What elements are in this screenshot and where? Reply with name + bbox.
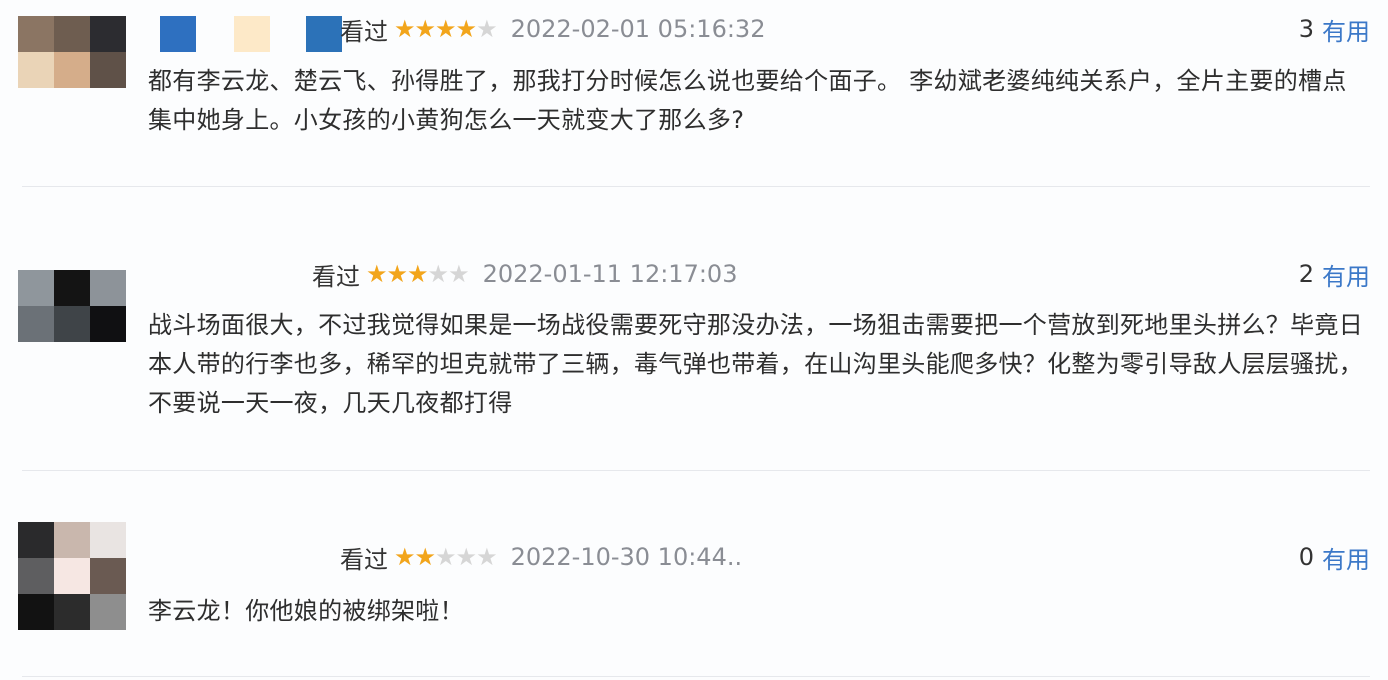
star-empty-icon: ★ [448,260,469,288]
review-time: 2022-02-01 05:16:32 [510,15,766,43]
star-filled-icon: ★ [414,15,436,43]
star-filled-icon: ★ [414,543,436,571]
useful-count: 0 [1298,543,1314,571]
mosaic-tile [234,16,270,52]
avatar-tile [54,594,90,630]
star-filled-icon: ★ [386,260,408,288]
avatar-tile [18,52,54,88]
star-filled-icon: ★ [366,260,387,288]
avatar-tile [18,522,54,558]
useful-button[interactable]: 2 有用 [1299,257,1370,291]
rating-stars: ★ ★ ★ ★ ★ [394,15,498,43]
avatar-tile [54,306,90,342]
avatar-tile [90,16,126,52]
avatar[interactable] [18,16,126,102]
avatar-tile [54,270,90,306]
avatar-tile [90,52,126,88]
rating-stars: ★ ★ ★ ★ ★ [366,260,470,288]
avatar-tile [18,270,54,306]
avatar-tile [90,522,126,558]
mosaic-tile [306,16,342,52]
avatar-tile [54,52,90,88]
review-content: 战斗场面很大，不过我觉得如果是一场战役需要死守那没办法，一场狙击需要把一个营放到… [148,311,1363,417]
avatar-tile [54,16,90,52]
star-filled-icon: ★ [394,15,415,43]
avatar-tile [54,522,90,558]
review-time: 2022-10-30 10:44.. [510,543,743,571]
useful-label: 有用 [1322,545,1370,574]
avatar[interactable] [18,270,126,356]
useful-count: 2 [1298,260,1314,288]
useful-button[interactable]: 3 有用 [1299,12,1370,46]
star-empty-icon: ★ [427,260,449,288]
review-time: 2022-01-11 12:17:03 [482,260,738,288]
avatar-tile [54,558,90,594]
divider [22,676,1370,677]
rating-stars: ★ ★ ★ ★ ★ [394,543,498,571]
star-empty-icon: ★ [476,543,497,571]
star-filled-icon: ★ [394,543,415,571]
divider [22,470,1370,471]
useful-count: 3 [1298,15,1314,43]
star-empty-icon: ★ [435,543,456,571]
review-content: 都有李云龙、楚云飞、孙得胜了，那我打分时候怎么说也要给个面子。 李幼斌老婆纯纯关… [148,67,1347,134]
avatar-tile [90,558,126,594]
useful-label: 有用 [1322,262,1370,291]
avatar-tile [90,270,126,306]
avatar-tile [18,306,54,342]
avatar-tile [90,306,126,342]
avatar[interactable] [18,522,126,630]
useful-button[interactable]: 0 有用 [1299,540,1370,574]
star-empty-icon: ★ [476,15,497,43]
watched-label: 看过 [340,17,388,46]
avatar-tile [18,558,54,594]
avatar-tile [18,594,54,630]
star-filled-icon: ★ [455,15,477,43]
divider [22,186,1370,187]
watched-label: 看过 [312,262,360,291]
review-meta: 看过 ★ ★ ★ ★ ★ 2022-10-30 10:44.. [340,540,742,574]
useful-label: 有用 [1322,17,1370,46]
review-content: 李云龙！你他娘的被绑架啦！ [148,597,464,625]
star-filled-icon: ★ [435,15,456,43]
review-meta: 看过 ★ ★ ★ ★ ★ 2022-01-11 12:17:03 [312,257,737,291]
star-empty-icon: ★ [455,543,477,571]
review-meta: 看过 ★ ★ ★ ★ ★ 2022-02-01 05:16:32 [340,12,765,46]
star-filled-icon: ★ [407,260,428,288]
watched-label: 看过 [340,545,388,574]
avatar-tile [90,594,126,630]
avatar-tile [18,16,54,52]
mosaic-tile [160,16,196,52]
